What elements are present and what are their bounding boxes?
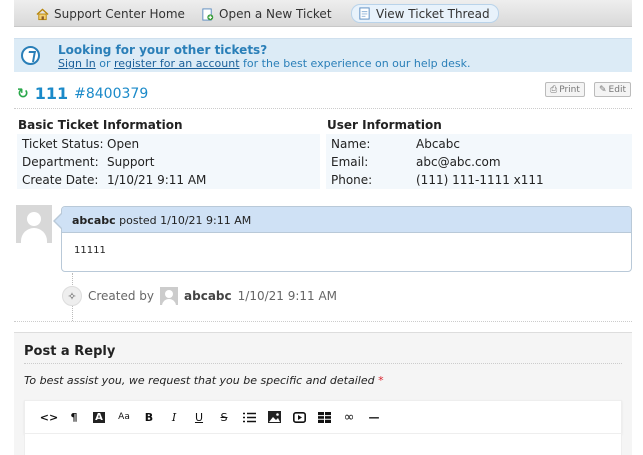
table-button[interactable] xyxy=(313,407,335,427)
home-icon xyxy=(36,7,49,20)
image-button[interactable] xyxy=(263,407,285,427)
info-label: Email: xyxy=(331,155,369,169)
sign-in-link[interactable]: Sign In xyxy=(58,57,96,70)
ticket-header: ↻ 111 #8400379 xyxy=(17,84,148,103)
user-info-heading: User Information xyxy=(327,118,442,132)
info-label: Create Date: xyxy=(22,173,99,187)
refresh-icon[interactable]: ↻ xyxy=(17,86,29,102)
info-value: (111) 111-1111 x111 xyxy=(416,173,544,187)
link-icon: ∞ xyxy=(343,409,355,425)
message-posted-time: posted 1/10/21 9:11 AM xyxy=(115,214,252,227)
event-time: 1/10/21 9:11 AM xyxy=(237,289,338,303)
info-label: Department: xyxy=(22,155,99,169)
banner-rest-text: for the best experience on our help desk… xyxy=(239,57,471,70)
image-icon xyxy=(267,411,281,423)
banner-message: Sign In or register for an account for t… xyxy=(58,57,471,70)
info-label: Name: xyxy=(331,137,371,151)
underline-button[interactable]: U xyxy=(188,407,210,427)
font-color-button[interactable]: A xyxy=(88,407,110,427)
thread-message: abcabc posted 1/10/21 9:11 AM 11111 xyxy=(61,206,632,272)
thread-event: ✧ Created by abcabc 1/10/21 9:11 AM xyxy=(62,286,337,306)
banner-or-text: or xyxy=(95,57,114,70)
required-mark: * xyxy=(378,374,384,387)
event-author: abcabc xyxy=(184,289,232,303)
font-size-button[interactable]: Aa xyxy=(113,407,135,427)
info-label: Phone: xyxy=(331,173,373,187)
horizontal-rule-icon: — xyxy=(368,410,380,424)
new-ticket-icon xyxy=(202,7,214,21)
divider xyxy=(24,363,622,364)
video-icon xyxy=(292,411,306,423)
reply-instruction: To best assist you, we request that you … xyxy=(24,374,384,387)
edit-icon: ✎ xyxy=(599,84,607,95)
paragraph-button[interactable]: ¶ xyxy=(63,407,85,427)
reply-editor[interactable] xyxy=(24,434,622,455)
register-link[interactable]: register for an account xyxy=(114,57,240,70)
divider xyxy=(14,321,632,322)
message-author: abcabc xyxy=(72,214,116,227)
info-value: abc@abc.com xyxy=(416,155,501,169)
nav-view-thread[interactable]: View Ticket Thread xyxy=(351,4,499,23)
print-label: Print xyxy=(559,84,580,95)
message-header: abcabc posted 1/10/21 9:11 AM xyxy=(62,207,631,233)
nav-open-ticket[interactable]: Open a New Ticket xyxy=(201,5,332,23)
ticket-thread-icon xyxy=(359,7,370,20)
ticket-reference: #8400379 xyxy=(74,85,149,102)
table-icon xyxy=(317,411,331,423)
horizontal-rule-button[interactable]: — xyxy=(363,407,385,427)
strikethrough-button[interactable]: S xyxy=(213,407,235,427)
magic-wand-icon: ✧ xyxy=(62,286,82,306)
edit-label: Edit xyxy=(608,84,626,95)
info-label: Ticket Status: xyxy=(22,137,104,151)
nav-label: Open a New Ticket xyxy=(219,7,332,21)
video-button[interactable] xyxy=(288,407,310,427)
list-icon xyxy=(242,412,256,422)
print-button[interactable]: ⎙ Print xyxy=(545,82,585,97)
top-nav: Support Center Home Open a New Ticket Vi… xyxy=(14,0,632,27)
info-value: Open xyxy=(107,137,140,151)
avatar xyxy=(16,205,52,243)
nav-support-home[interactable]: Support Center Home xyxy=(36,5,185,23)
font-color-icon: A xyxy=(93,411,105,423)
list-button[interactable] xyxy=(238,407,260,427)
info-value: Abcabc xyxy=(416,137,460,151)
code-view-button[interactable]: <> xyxy=(38,407,60,427)
compass-icon xyxy=(21,46,40,65)
italic-button[interactable]: I xyxy=(163,407,185,427)
print-icon: ⎙ xyxy=(550,84,558,95)
bold-button[interactable]: B xyxy=(138,407,160,427)
nav-label: View Ticket Thread xyxy=(376,6,490,21)
ticket-number: 111 xyxy=(34,84,69,103)
reply-section: Post a Reply To best assist you, we requ… xyxy=(14,332,632,455)
link-button[interactable]: ∞ xyxy=(338,407,360,427)
reply-title: Post a Reply xyxy=(24,344,116,359)
instruction-text: To best assist you, we request that you … xyxy=(24,374,375,387)
info-value: 1/10/21 9:11 AM xyxy=(107,173,207,187)
nav-label: Support Center Home xyxy=(54,7,185,21)
event-prefix: Created by xyxy=(88,289,155,303)
info-value: Support xyxy=(107,155,155,169)
login-banner: Looking for your other tickets? Sign In … xyxy=(14,38,632,72)
divider xyxy=(14,108,632,109)
message-body: 11111 xyxy=(74,245,106,256)
basic-info-heading: Basic Ticket Information xyxy=(18,118,183,132)
avatar xyxy=(160,287,179,305)
editor-toolbar: <> ¶ A Aa B I U S ∞ — xyxy=(24,400,622,434)
message-caret-inner xyxy=(55,214,62,228)
edit-button[interactable]: ✎ Edit xyxy=(594,82,631,97)
banner-title: Looking for your other tickets? xyxy=(58,43,268,57)
